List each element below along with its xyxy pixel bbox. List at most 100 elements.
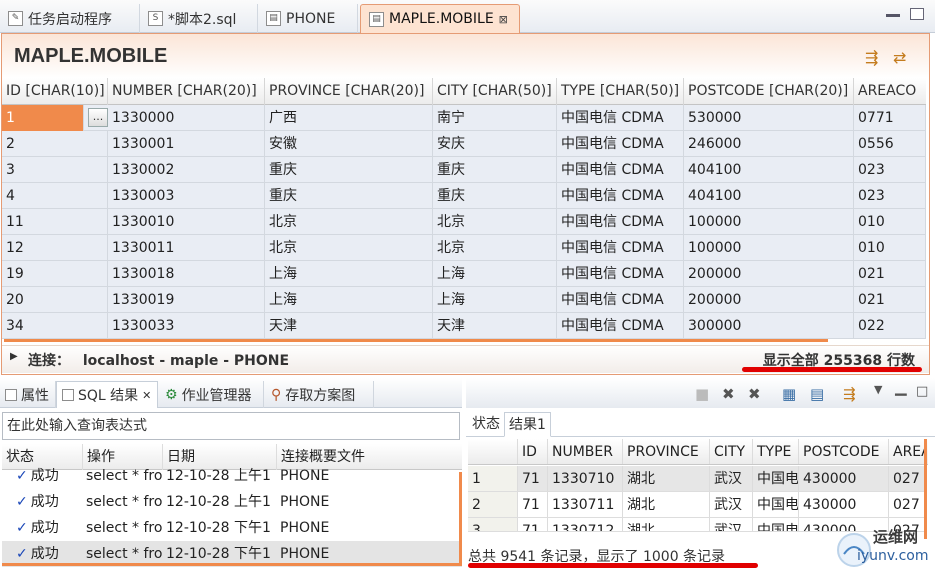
minimize-icon[interactable]: ▁	[895, 378, 907, 396]
vertical-scrollbar[interactable]	[459, 472, 462, 566]
cell-province[interactable]: 安徽	[265, 131, 433, 157]
cell-province[interactable]: 天津	[265, 313, 433, 339]
cell-type[interactable]: 中国电	[753, 518, 799, 531]
cell-postcode[interactable]: 200000	[684, 261, 854, 287]
cell-areacode[interactable]: 021	[854, 287, 926, 313]
cell-rownum[interactable]: 1	[468, 466, 518, 491]
cell-areacode[interactable]: 023	[854, 183, 926, 209]
cell-type[interactable]: 中国电信 CDMA	[557, 157, 684, 183]
cell-id[interactable]: 71	[518, 466, 548, 491]
tab-job-manager[interactable]: ⚙ 作业管理器	[160, 381, 264, 408]
cell-city[interactable]: 安庆	[433, 131, 557, 157]
table-row[interactable]: 20 1330019 上海 上海 中国电信 CDMA 200000 021	[2, 287, 926, 313]
column-header-id[interactable]: ID [CHAR(10)]	[2, 78, 108, 105]
maximize-icon[interactable]: □	[916, 384, 928, 399]
minimize-icon[interactable]	[886, 14, 900, 17]
table-row[interactable]: 1 1330000 广西 南宁 中国电信 CDMA 530000 0771	[2, 105, 926, 131]
column-header-city[interactable]: CITY	[710, 439, 753, 464]
table-row[interactable]: 1 71 1330710 湖北 武汉 中国电 430000 027	[468, 466, 926, 492]
column-header-number[interactable]: NUMBER	[548, 439, 623, 464]
cell-province[interactable]: 北京	[265, 235, 433, 261]
tab-task-launcher[interactable]: ✎ 任务启动程序	[0, 4, 140, 33]
cell-rownum[interactable]: 3	[468, 518, 518, 531]
maximize-icon[interactable]	[910, 8, 924, 20]
tab-script2-sql[interactable]: S *脚本2.sql	[140, 4, 258, 33]
cell-province[interactable]: 湖北	[623, 492, 710, 517]
horizontal-scrollbar[interactable]	[4, 339, 828, 342]
cell-province[interactable]: 重庆	[265, 157, 433, 183]
close-icon[interactable]: ⊠	[499, 13, 508, 26]
filter-icon[interactable]: ⇶	[865, 48, 878, 67]
cell-postcode[interactable]: 530000	[684, 105, 854, 131]
cell-areacode[interactable]: 0556	[854, 131, 926, 157]
cell-rownum[interactable]: 2	[468, 492, 518, 517]
remove-icon[interactable]: ✖	[722, 385, 735, 403]
column-header-type[interactable]: TYPE [CHAR(50)]	[557, 78, 684, 105]
cell-number[interactable]: 1330003	[108, 183, 265, 209]
cell-postcode[interactable]: 246000	[684, 131, 854, 157]
cell-postcode[interactable]: 430000	[799, 466, 889, 491]
cell-type[interactable]: 中国电信 CDMA	[557, 131, 684, 157]
cell-city[interactable]: 上海	[433, 261, 557, 287]
cell-type[interactable]: 中国电信 CDMA	[557, 313, 684, 339]
cell-number[interactable]: 1330001	[108, 131, 265, 157]
tab-maple-mobile[interactable]: ▤ MAPLE.MOBILE ⊠	[360, 4, 520, 33]
cell-postcode[interactable]: 430000	[799, 492, 889, 517]
cell-id[interactable]: 71	[518, 518, 548, 531]
tab-sql-results[interactable]: SQL 结果 ✕	[56, 381, 158, 408]
cell-city[interactable]: 北京	[433, 235, 557, 261]
tab-status[interactable]: 状态	[468, 412, 504, 437]
tab-access-plan[interactable]: ⚲ 存取方案图	[266, 381, 374, 408]
cell-city[interactable]: 武汉	[710, 492, 753, 517]
cell-type[interactable]: 中国电信 CDMA	[557, 209, 684, 235]
history-row[interactable]: ✓ 成功 select * fro 12-10-28 上午1 PHONE	[2, 463, 462, 489]
cell-province[interactable]: 广西	[265, 105, 433, 131]
column-header-province[interactable]: PROVINCE	[623, 439, 710, 464]
cell-city[interactable]: 上海	[433, 287, 557, 313]
column-header-type[interactable]: TYPE	[753, 439, 799, 464]
cell-province[interactable]: 上海	[265, 261, 433, 287]
cell-id[interactable]: 71	[518, 492, 548, 517]
cell-type[interactable]: 中国电信 CDMA	[557, 235, 684, 261]
cell-number[interactable]: 1330711	[548, 492, 623, 517]
close-icon[interactable]: ✕	[142, 389, 151, 402]
cell-number[interactable]: 1330710	[548, 466, 623, 491]
cell-province[interactable]: 北京	[265, 209, 433, 235]
cell-city[interactable]: 武汉	[710, 518, 753, 531]
cell-province[interactable]: 湖北	[623, 466, 710, 491]
cell-postcode[interactable]: 300000	[684, 313, 854, 339]
cell-province[interactable]: 重庆	[265, 183, 433, 209]
cell-number[interactable]: 1330019	[108, 287, 265, 313]
cell-areacode[interactable]: 021	[854, 261, 926, 287]
stop-icon[interactable]: ■	[695, 385, 709, 403]
cell-city[interactable]: 北京	[433, 209, 557, 235]
cell-number[interactable]: 1330010	[108, 209, 265, 235]
cell-city[interactable]: 武汉	[710, 466, 753, 491]
cell-number[interactable]: 1330033	[108, 313, 265, 339]
refresh-icon[interactable]: ⇄	[893, 48, 906, 67]
table-row[interactable]: 34 1330033 天津 天津 中国电信 CDMA 300000 022	[2, 313, 926, 339]
cell-number[interactable]: 1330011	[108, 235, 265, 261]
cell-type[interactable]: 中国电	[753, 466, 799, 491]
cell-edit-button[interactable]: ...	[88, 108, 108, 127]
table-row[interactable]: 2 1330001 安徽 安庆 中国电信 CDMA 246000 0556	[2, 131, 926, 157]
history-row[interactable]: ✓ 成功 select * fro 12-10-28 上午1 PHONE	[2, 489, 462, 515]
column-header-areacode[interactable]: AREACO	[854, 78, 926, 105]
layout-icon[interactable]: ▦	[782, 385, 796, 403]
filter-icon[interactable]: ⇶	[843, 385, 856, 403]
cell-id[interactable]: 3	[2, 157, 108, 183]
view-menu-icon[interactable]: ▼	[874, 383, 882, 396]
cell-id[interactable]: 4	[2, 183, 108, 209]
cell-id[interactable]: 2	[2, 131, 108, 157]
column-header-city[interactable]: CITY [CHAR(50)]	[433, 78, 557, 105]
column-header-id[interactable]: ID	[518, 439, 548, 464]
column-header-postcode[interactable]: POSTCODE	[799, 439, 889, 464]
cell-number[interactable]: 1330000	[108, 105, 265, 131]
query-expression-input[interactable]: 在此处输入查询表达式	[2, 412, 460, 440]
cell-area[interactable]: 027	[889, 466, 926, 491]
cell-city[interactable]: 天津	[433, 313, 557, 339]
table-row[interactable]: 2 71 1330711 湖北 武汉 中国电 430000 027	[468, 492, 926, 518]
cell-number[interactable]: 1330002	[108, 157, 265, 183]
tab-phone[interactable]: ▤ PHONE	[258, 4, 358, 33]
cell-areacode[interactable]: 010	[854, 235, 926, 261]
